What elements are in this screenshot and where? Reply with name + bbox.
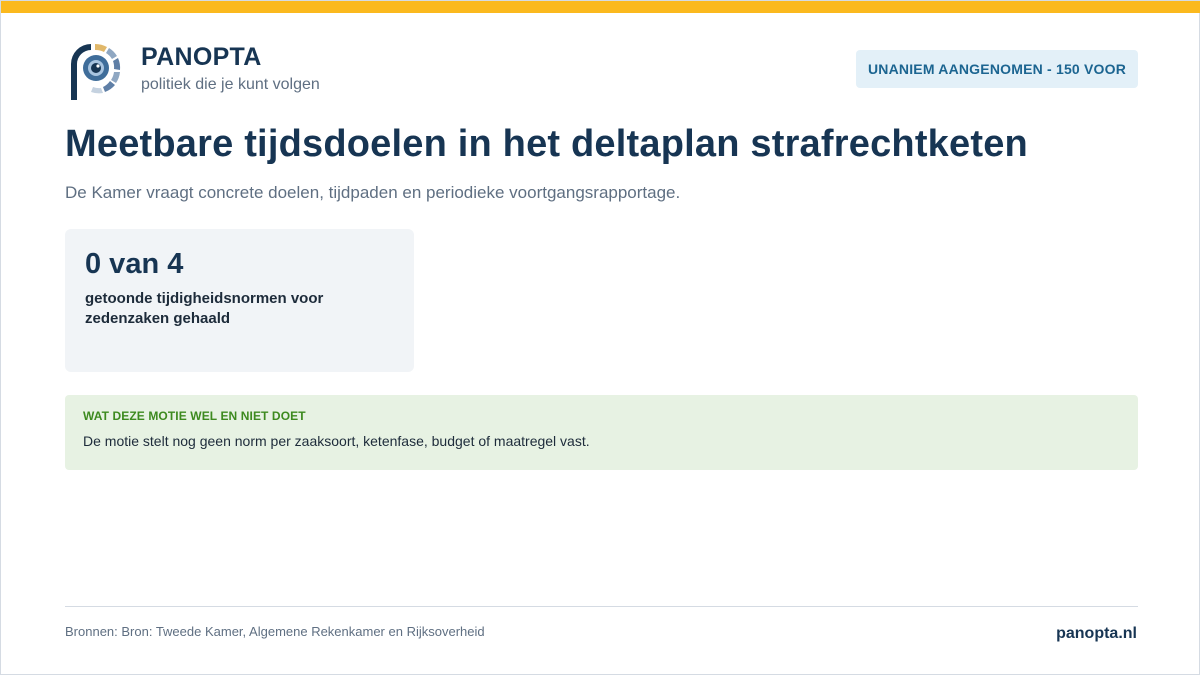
status-badge: UNANIEM AANGENOMEN - 150 VOOR xyxy=(856,50,1138,88)
note-heading: WAT DEZE MOTIE WEL EN NIET DOET xyxy=(83,409,306,423)
brand-tagline: politiek die je kunt volgen xyxy=(141,76,320,93)
motion-note-box: WAT DEZE MOTIE WEL EN NIET DOET De motie… xyxy=(65,395,1138,470)
share-card: PANOPTA politiek die je kunt volgen UNAN… xyxy=(0,0,1200,675)
stat-card: 0 van 4 getoonde tijdigheidsnormen voor … xyxy=(65,229,414,372)
panopta-logo-icon xyxy=(69,42,123,102)
brand-name: PANOPTA xyxy=(141,43,262,71)
accent-top-bar xyxy=(1,1,1200,13)
note-text: De motie stelt nog geen norm per zaaksoo… xyxy=(83,433,590,449)
sources-text: Bronnen: Bron: Tweede Kamer, Algemene Re… xyxy=(65,624,485,639)
page-subtitle: De Kamer vraagt concrete doelen, tijdpad… xyxy=(65,183,681,202)
stat-value: 0 van 4 xyxy=(85,248,184,280)
page-title: Meetbare tijdsdoelen in het deltaplan st… xyxy=(65,123,1028,165)
site-url-link[interactable]: panopta.nl xyxy=(1056,625,1137,643)
stat-label: getoonde tijdigheidsnormen voor zedenzak… xyxy=(85,290,324,327)
footer-divider xyxy=(65,606,1138,607)
